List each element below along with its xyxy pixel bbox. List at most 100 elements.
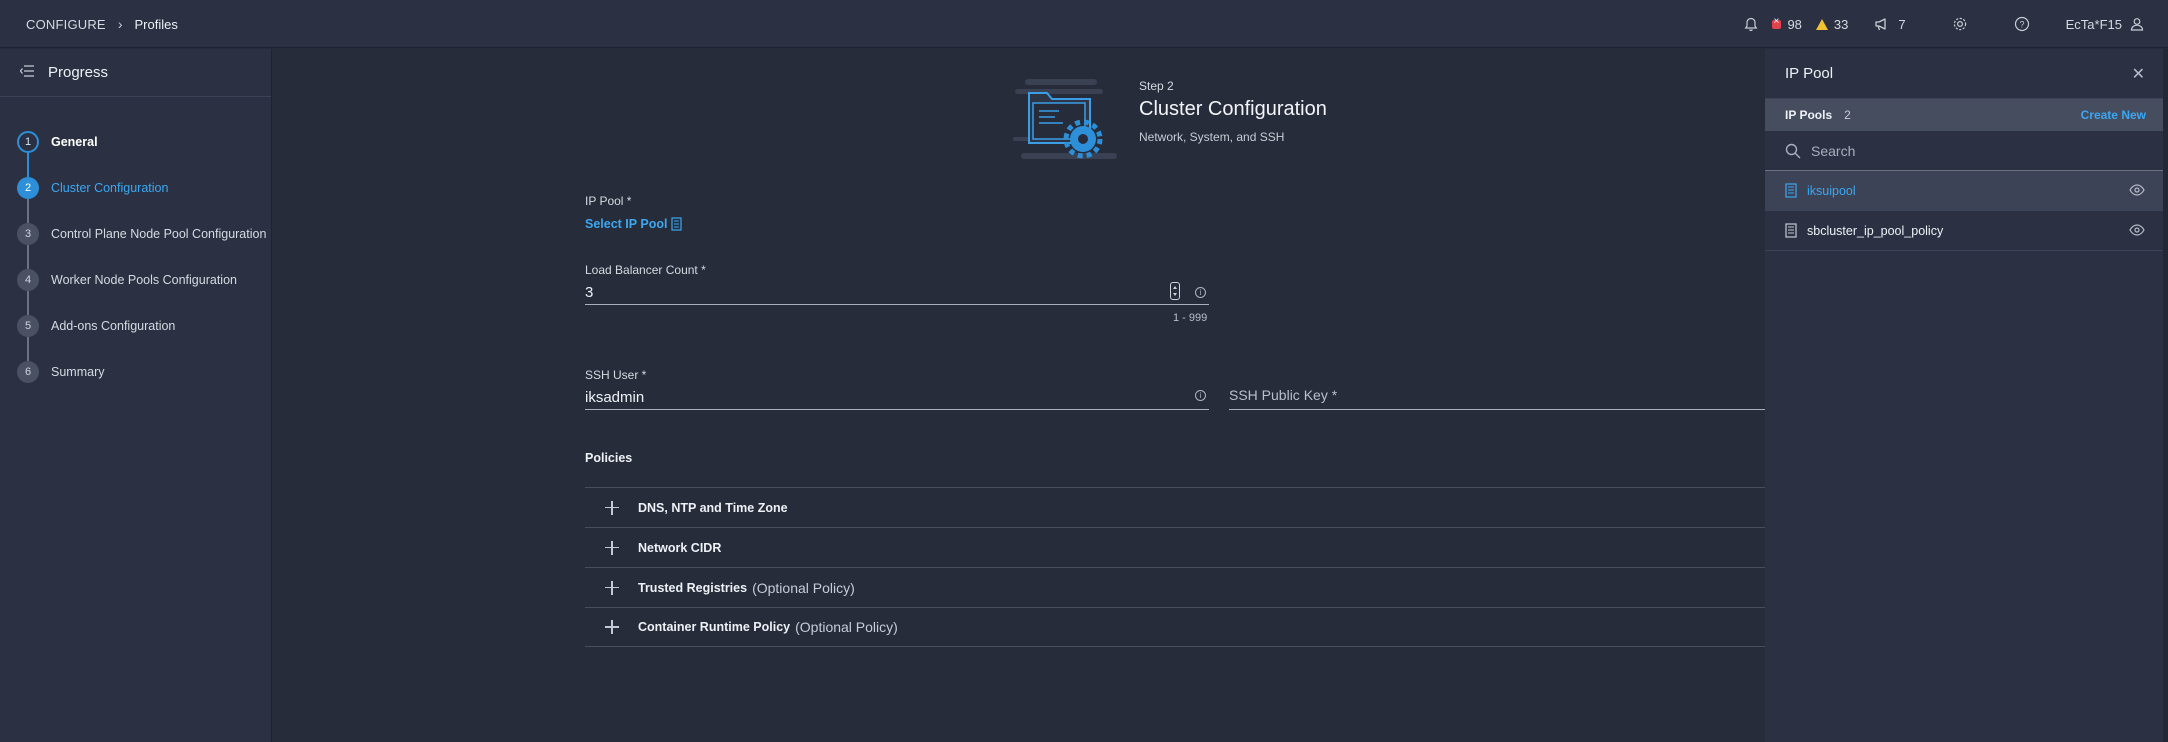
breadcrumb: CONFIGURE › Profiles: [26, 0, 178, 48]
step-number: 1: [17, 131, 39, 153]
user-name: EcTa*F15: [2065, 16, 2122, 32]
ip-pools-count: 2: [1844, 108, 1851, 122]
warning-icon: [1815, 18, 1828, 30]
gear-icon[interactable]: [1952, 16, 1968, 32]
select-ip-pool-label: Select IP Pool: [585, 217, 668, 231]
drawer-title: IP Pool: [1785, 65, 1834, 82]
number-stepper-icon[interactable]: [1170, 282, 1180, 300]
main-content: Step 2 Cluster Configuration Network, Sy…: [273, 49, 1765, 742]
policy-name: Network CIDR: [638, 540, 722, 555]
document-icon: [1785, 183, 1797, 198]
close-icon[interactable]: ✕: [2132, 64, 2145, 84]
load-balancer-value: 3: [585, 284, 594, 301]
folder-gear-icon: [1011, 75, 1125, 170]
warning-alarms[interactable]: 33: [1815, 16, 1849, 32]
step-general[interactable]: 1 General: [0, 119, 271, 177]
step-connector: [27, 291, 29, 315]
announcements[interactable]: 7: [1874, 16, 1906, 32]
top-bar: CONFIGURE › Profiles 98 33 7 ? EcTa*F15: [0, 0, 2168, 48]
critical-icon: [1772, 16, 1782, 29]
info-icon[interactable]: i: [1195, 287, 1206, 298]
plus-icon: [605, 500, 619, 515]
step-label: Summary: [51, 365, 105, 379]
step-control-plane-node-pool[interactable]: 3 Control Plane Node Pool Configuration: [0, 211, 271, 269]
policy-name: Container Runtime Policy: [638, 620, 791, 634]
help-icon[interactable]: ?: [2014, 16, 2030, 32]
eye-icon[interactable]: [2129, 224, 2145, 236]
select-ip-pool-link[interactable]: Select IP Pool: [585, 217, 683, 231]
progress-panel: Progress 1 General 2 Cluster Configurati…: [0, 49, 272, 742]
page-title: Cluster Configuration: [1139, 98, 1327, 120]
ip-pool-item-sbcluster[interactable]: sbcluster_ip_pool_policy: [1765, 211, 2163, 251]
drawer-header: IP Pool ✕: [1765, 49, 2163, 99]
drawer-list-header: IP Pools 2 Create New: [1765, 99, 2163, 131]
step-add-ons[interactable]: 5 Add-ons Configuration: [0, 303, 271, 361]
load-balancer-range-hint: 1 - 999: [1173, 312, 1208, 324]
bell-icon[interactable]: [1744, 17, 1758, 32]
step-summary[interactable]: 6 Summary: [0, 349, 271, 395]
user-menu[interactable]: EcTa*F15: [2066, 17, 2144, 32]
policy-dns-ntp-timezone[interactable]: DNS, NTP and Time Zone: [585, 487, 1765, 527]
progress-steps: 1 General 2 Cluster Configuration 3 Cont…: [0, 97, 271, 395]
ip-pools-title: IP Pools: [1785, 108, 1833, 122]
announcement-count: 7: [1898, 16, 1906, 32]
ip-pool-label: IP Pool *: [585, 194, 632, 208]
create-new-button[interactable]: Create New: [2081, 108, 2146, 122]
user-icon: [2130, 18, 2144, 31]
search-icon: [1785, 143, 1801, 158]
megaphone-icon: [1875, 18, 1887, 31]
step-connector: [27, 153, 29, 177]
ssh-public-key-placeholder: SSH Public Key *: [1229, 387, 1338, 403]
progress-header: Progress: [0, 49, 271, 97]
warning-count: 33: [1833, 16, 1849, 32]
plus-icon: [605, 540, 619, 555]
svg-text:?: ?: [2019, 20, 2024, 30]
document-icon: [1785, 223, 1797, 238]
load-balancer-label: Load Balancer Count *: [585, 263, 706, 277]
policy-optional-tag: (Optional Policy): [752, 579, 855, 596]
eye-icon[interactable]: [2129, 184, 2145, 196]
plus-icon: [605, 620, 619, 634]
policy-container-runtime[interactable]: Container Runtime Policy (Optional Polic…: [585, 607, 1765, 647]
search-placeholder: Search: [1811, 142, 1856, 159]
info-icon[interactable]: i: [1195, 390, 1206, 401]
step-cluster-configuration[interactable]: 2 Cluster Configuration: [0, 165, 271, 223]
critical-count: 98: [1787, 16, 1802, 32]
step-label: Add-ons Configuration: [51, 319, 176, 333]
step-number: 2: [17, 177, 39, 199]
ssh-user-label: SSH User *: [585, 368, 647, 382]
drawer-edge: [2163, 49, 2168, 742]
step-label: Worker Node Pools Configuration: [51, 273, 237, 287]
step-number: 5: [17, 315, 39, 337]
step-worker-node-pools[interactable]: 4 Worker Node Pools Configuration: [0, 257, 271, 315]
progress-title: Progress: [48, 64, 109, 81]
step-number: 4: [17, 269, 39, 291]
step-number: 3: [17, 223, 39, 245]
page-subtitle: Network, System, and SSH: [1139, 130, 1285, 144]
critical-alarms[interactable]: 98: [1772, 16, 1802, 32]
ip-pool-item-iksuipool[interactable]: iksuipool: [1765, 171, 2163, 211]
policy-name: DNS, NTP and Time Zone: [638, 500, 788, 515]
policy-trusted-registries[interactable]: Trusted Registries (Optional Policy): [585, 567, 1765, 607]
load-balancer-input[interactable]: 3: [585, 281, 1209, 305]
policy-optional-tag: (Optional Policy): [795, 619, 898, 635]
breadcrumb-configure[interactable]: CONFIGURE: [26, 17, 106, 32]
collapse-menu-icon[interactable]: [19, 64, 34, 82]
ssh-user-value: iksadmin: [585, 389, 645, 406]
policy-network-cidr[interactable]: Network CIDR: [585, 527, 1765, 567]
chevron-right-icon: ›: [117, 16, 123, 32]
policy-name: Trusted Registries: [638, 580, 748, 595]
step-indicator: Step 2: [1139, 79, 1174, 93]
ssh-user-input[interactable]: iksadmin: [585, 386, 1209, 410]
step-label: Control Plane Node Pool Configuration: [51, 227, 267, 241]
step-label: General: [51, 135, 98, 149]
step-connector: [27, 337, 29, 361]
drawer-search[interactable]: Search: [1765, 131, 2163, 171]
policies-title: Policies: [585, 451, 633, 465]
step-label: Cluster Configuration: [51, 181, 169, 195]
ip-pool-name: iksuipool: [1807, 183, 1856, 198]
step-connector: [27, 199, 29, 223]
breadcrumb-profiles: Profiles: [134, 16, 178, 32]
step-header: Step 2 Cluster Configuration Network, Sy…: [1139, 79, 1327, 144]
ssh-public-key-input[interactable]: SSH Public Key *: [1229, 386, 1765, 410]
